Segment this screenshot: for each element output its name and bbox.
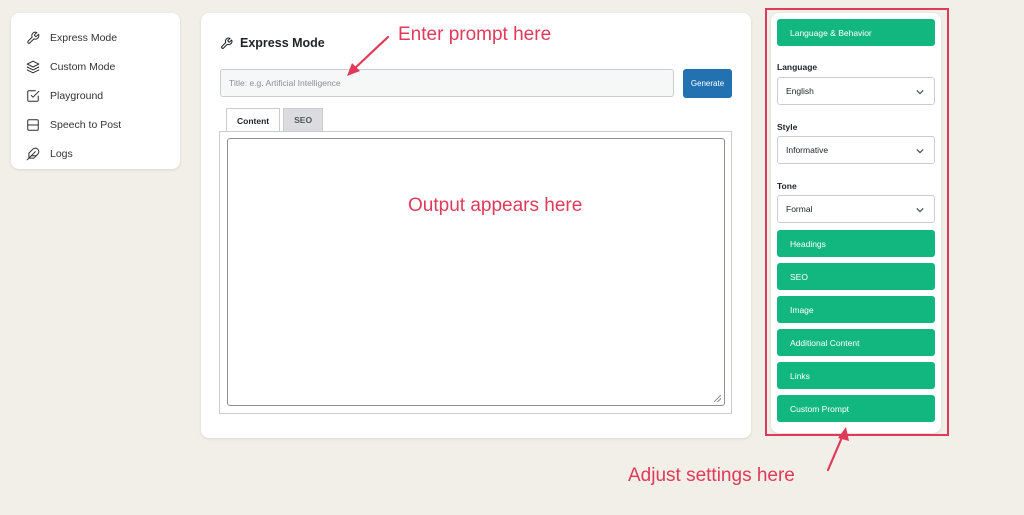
tab-content[interactable]: Content xyxy=(226,108,281,132)
sidebar-item-label: Express Mode xyxy=(50,31,118,44)
page-title-text: Express Mode xyxy=(240,36,325,50)
annotation-enter-prompt: Enter prompt here xyxy=(398,24,552,45)
annotation-adjust-settings: Adjust settings here xyxy=(628,465,795,486)
sidebar-item-speech-to-post[interactable]: Speech to Post xyxy=(11,110,180,139)
generate-button[interactable]: Generate xyxy=(683,69,732,98)
tab-seo[interactable]: SEO xyxy=(283,108,324,131)
settings-highlight-box xyxy=(765,8,949,436)
title-input[interactable] xyxy=(220,69,674,97)
wrench-icon xyxy=(221,37,233,49)
sidebar-nav: Express Mode Custom Mode Playground Spee… xyxy=(11,13,180,169)
annotation-output-appears: Output appears here xyxy=(408,195,583,216)
sidebar-item-custom-mode[interactable]: Custom Mode xyxy=(11,52,180,81)
output-textarea[interactable] xyxy=(227,138,725,406)
tab-panel-content xyxy=(219,131,732,414)
sidebar-item-label: Logs xyxy=(50,147,73,160)
sidebar-item-playground[interactable]: Playground xyxy=(11,81,180,110)
checkbox-icon xyxy=(26,89,40,103)
layers-icon xyxy=(26,60,40,74)
panel-icon xyxy=(26,118,40,132)
sidebar-item-label: Custom Mode xyxy=(50,60,116,73)
sidebar-item-express-mode[interactable]: Express Mode xyxy=(11,23,180,52)
express-mode-panel: Express Mode Generate Content SEO xyxy=(201,13,751,438)
sidebar-item-label: Playground xyxy=(50,89,104,102)
sidebar-item-logs[interactable]: Logs xyxy=(11,139,180,168)
tab-bar: Content SEO xyxy=(226,108,326,132)
wrench-icon xyxy=(26,31,40,45)
arrow-to-settings xyxy=(826,433,845,472)
sidebar-item-label: Speech to Post xyxy=(50,118,122,131)
resize-handle[interactable] xyxy=(714,395,721,402)
page-title: Express Mode xyxy=(220,36,325,50)
feather-icon xyxy=(26,147,40,161)
